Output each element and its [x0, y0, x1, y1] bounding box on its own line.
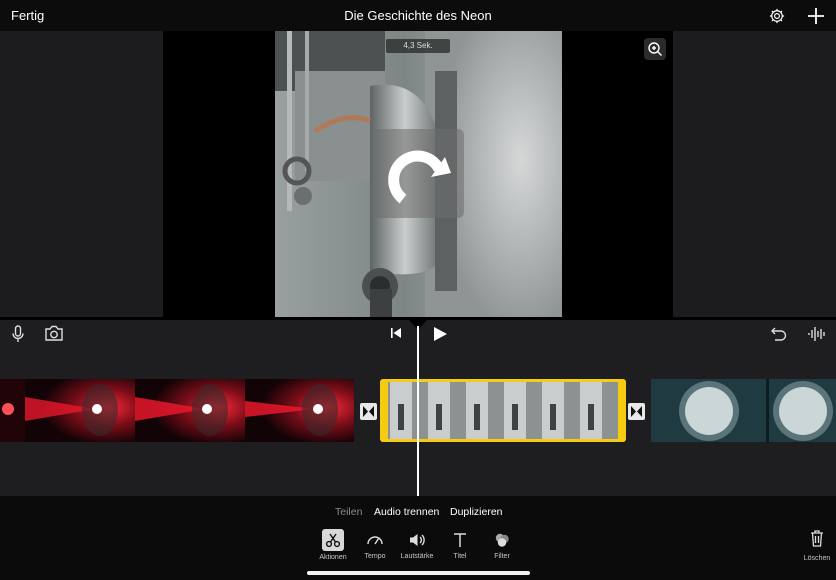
inspector-panel: Teilen Audio trennen Duplizieren Aktione… [0, 496, 836, 580]
timeline[interactable] [0, 320, 836, 496]
tool-filters[interactable]: Filter [480, 530, 524, 560]
zoom-in-icon [648, 42, 662, 56]
video-viewer: 4,3 Sek. [0, 31, 836, 320]
clip-duration-badge: 4,3 Sek. [386, 39, 450, 53]
tool-label: Titel [453, 553, 467, 560]
plus-icon[interactable] [806, 6, 826, 26]
tool-label: Filter [494, 553, 510, 560]
clip-thumbnails [651, 379, 836, 442]
home-indicator[interactable] [307, 571, 530, 575]
transition-icon [631, 406, 642, 417]
top-bar: Fertig Die Geschichte des Neon [0, 0, 836, 31]
tool-label: Tempo [364, 553, 386, 560]
camera-icon[interactable] [44, 325, 64, 342]
tool-titles[interactable]: Titel [438, 530, 482, 560]
playhead[interactable] [417, 326, 419, 496]
tool-label: Lautstärke [400, 553, 434, 560]
duplicate-action[interactable]: Duplizieren [450, 506, 503, 518]
viewer-side-panel-left [0, 31, 163, 317]
undo-icon[interactable] [769, 326, 787, 342]
speedometer-icon [367, 536, 383, 545]
tool-speed[interactable]: Tempo [353, 530, 397, 560]
timeline-clip[interactable] [651, 379, 836, 442]
rotate-clockwise-icon [388, 150, 451, 204]
text-icon [454, 533, 466, 547]
delete-label: Löschen [803, 555, 831, 562]
clip-thumbnails [0, 379, 354, 442]
rotate-clip-button[interactable] [373, 129, 464, 218]
detach-audio-action[interactable]: Audio trennen [374, 506, 439, 518]
skip-to-start-icon[interactable] [390, 327, 402, 339]
project-title: Die Geschichte des Neon [344, 8, 492, 23]
tool-icon-wrap [322, 529, 344, 551]
clip-thumbnails [388, 382, 618, 439]
microphone-icon[interactable] [11, 325, 25, 343]
speaker-icon [410, 534, 425, 546]
gear-icon[interactable] [768, 7, 786, 25]
transition-button[interactable] [360, 403, 377, 420]
done-button[interactable]: Fertig [11, 8, 44, 23]
delete-button[interactable]: Löschen [800, 529, 834, 562]
timeline-clip[interactable] [0, 379, 354, 442]
tool-volume[interactable]: Lautstärke [395, 530, 439, 560]
scissors-icon [325, 533, 341, 548]
tool-label: Aktionen [319, 554, 347, 561]
zoom-button[interactable] [644, 38, 666, 60]
audio-waveform-icon[interactable] [807, 325, 827, 343]
transition-button[interactable] [628, 403, 645, 420]
filter-circles-icon [495, 533, 509, 547]
tool-actions[interactable]: Aktionen [311, 529, 355, 561]
viewer-side-panel-right [673, 31, 836, 317]
trash-icon [811, 530, 823, 547]
split-action[interactable]: Teilen [335, 506, 362, 518]
play-icon[interactable] [432, 326, 448, 342]
transition-icon [363, 406, 374, 417]
